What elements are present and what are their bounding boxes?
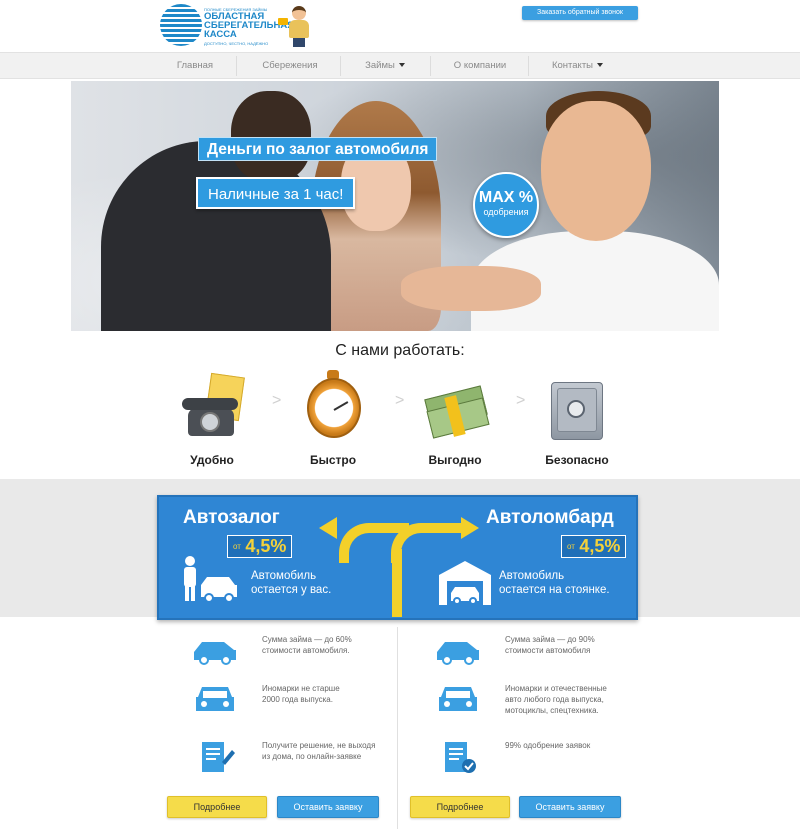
benefit-convenient: Удобно (157, 370, 267, 470)
hero-subtitle: Наличные за 1 час! (196, 177, 356, 209)
nav-divider (340, 56, 341, 76)
nav-item-about[interactable]: О компании (440, 53, 520, 78)
nav-item-savings[interactable]: Сбережения (245, 53, 335, 78)
hero-banner: Деньги по залог автомобиля Наличные за 1… (71, 81, 719, 331)
logo-emblem-icon (160, 4, 202, 46)
arrow-right-icon (461, 517, 479, 539)
car-front-icon (196, 687, 234, 711)
badge-sub: одобрения (483, 207, 529, 217)
approval-badge: MAX % одобрения (473, 172, 539, 238)
benefits-title: С нами работать: (335, 342, 465, 359)
more-button-autopawn[interactable]: Подробнее (410, 796, 510, 818)
benefit-label: Безопасно (545, 453, 609, 467)
nav-item-contacts[interactable]: Контакты (535, 53, 620, 78)
more-button-autopledge[interactable]: Подробнее (167, 796, 267, 818)
offer-title-autopawn[interactable]: Автоломбард (486, 507, 614, 529)
offers-panel: Автозалог от 4,5% Автомобиль остается у … (157, 495, 638, 620)
nav-divider (430, 56, 431, 76)
column-divider (397, 627, 398, 829)
car-icon (437, 642, 479, 665)
benefit-profitable: Выгодно (400, 370, 510, 470)
arrow-left-icon (319, 517, 337, 539)
car-icon (194, 642, 236, 665)
apply-button-autopledge[interactable]: Оставить заявку (277, 796, 379, 818)
chevron-down-icon (597, 63, 604, 68)
nav-item-loans-label: Займы (365, 60, 395, 71)
callback-button[interactable]: Заказать обратный звонок (522, 6, 638, 20)
logo-tagline: ДОСТУПНО, ЧЕСТНО, НАДЁЖНО (204, 41, 269, 46)
apply-button-autopawn[interactable]: Оставить заявку (519, 796, 621, 818)
document-check-icon (445, 742, 476, 773)
offer-text-autopledge: Автомобиль остается у вас. (251, 570, 332, 596)
stopwatch-icon (303, 370, 363, 446)
car-front-icon (439, 687, 477, 711)
benefit-safe: Безопасно (522, 370, 632, 470)
offer-title-autopledge[interactable]: Автозалог (183, 507, 280, 529)
phone-icon (182, 370, 245, 446)
person-with-car-icon (184, 556, 237, 603)
benefit-label: Удобно (190, 453, 234, 467)
safe-icon (547, 370, 607, 446)
benefit-fast: Быстро (278, 370, 388, 470)
logo[interactable]: ПОЛНЫЕ СБЕРЕЖЕНИЯ ЗАЙМЫ ОБЛАСТНАЯ СБЕРЕГ… (160, 4, 320, 48)
garage-car-icon (439, 561, 491, 605)
logo-name: ОБЛАСТНАЯ СБЕРЕГАТЕЛЬНАЯ КАССА (204, 11, 295, 40)
hero-title: Деньги по залог автомобиля (198, 137, 438, 161)
benefit-label: Выгодно (428, 453, 482, 467)
nav-item-home[interactable]: Главная (160, 53, 230, 78)
nav-item-loans[interactable]: Займы (345, 53, 425, 78)
nav-divider (528, 56, 529, 76)
document-pen-icon (202, 742, 235, 772)
hero-handshake (401, 266, 541, 311)
site-header: ПОЛНЫЕ СБЕРЕЖЕНИЯ ЗАЙМЫ ОБЛАСТНАЯ СБЕРЕГ… (0, 0, 800, 52)
benefit-label: Быстро (309, 453, 357, 467)
mascot-icon (278, 6, 310, 47)
nav-divider (236, 56, 237, 76)
nav-item-contacts-label: Контакты (551, 60, 594, 71)
chevron-down-icon (398, 63, 405, 68)
main-nav: Главная Сбережения Займы О компании Конт… (0, 52, 800, 79)
money-icon (424, 370, 490, 446)
rate-badge-autopawn: от 4,5% (561, 535, 627, 558)
offer-text-autopawn: Автомобиль остается на стоянке. (499, 570, 610, 596)
badge-main: MAX % (478, 189, 534, 206)
